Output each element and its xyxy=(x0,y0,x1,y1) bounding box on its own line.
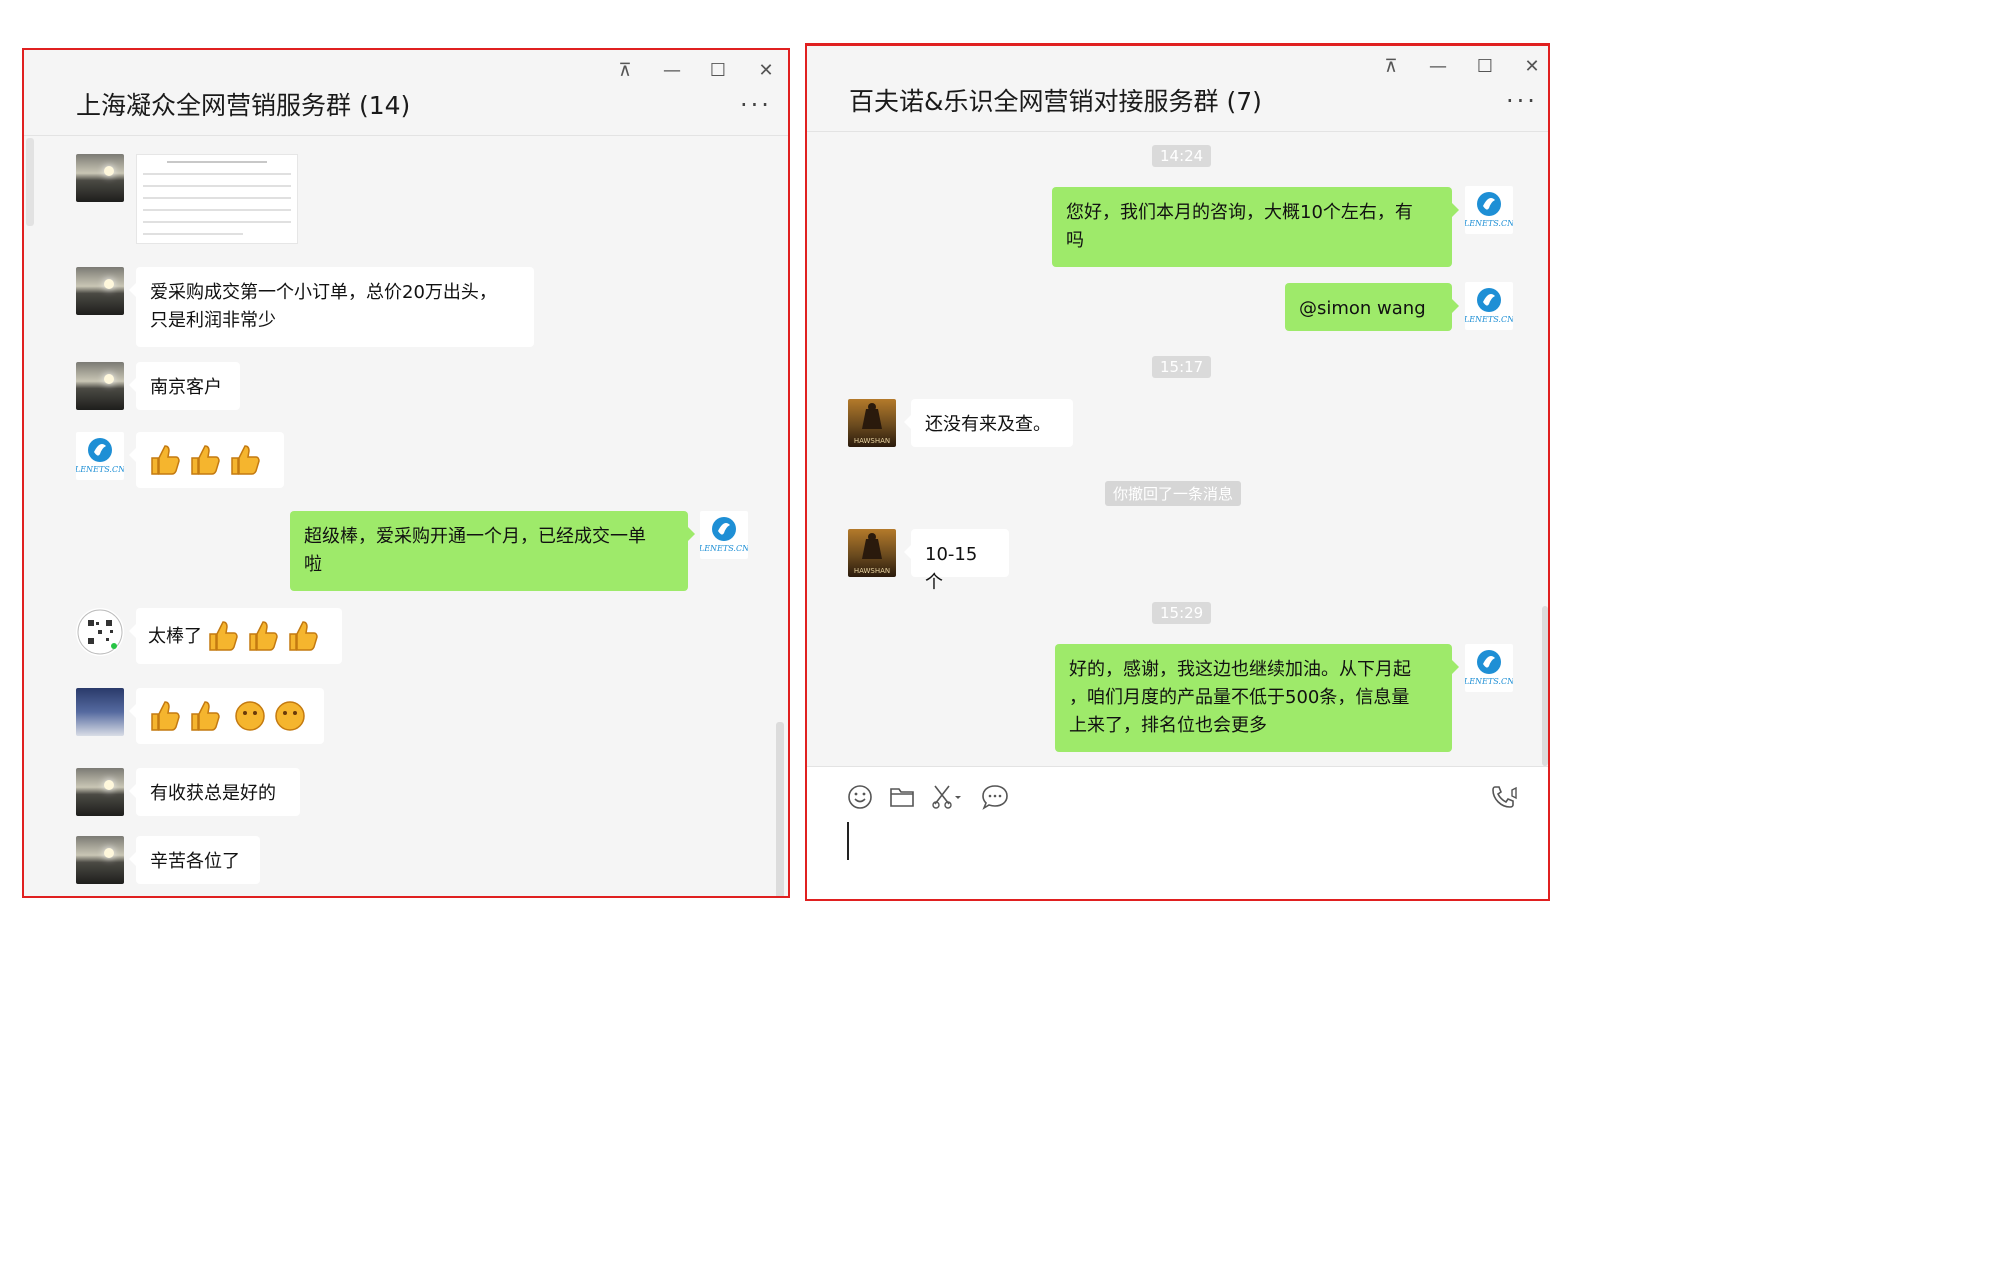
message-bubble[interactable]: 南京客户 xyxy=(129,362,240,410)
lenets-logo-icon: LENETS.CN xyxy=(1465,192,1513,228)
svg-text:LENETS.CN: LENETS.CN xyxy=(76,465,124,474)
movie-poster-avatar: HAWSHAN xyxy=(854,533,890,575)
svg-text:HAWSHAN: HAWSHAN xyxy=(854,567,890,575)
avatar xyxy=(76,768,124,816)
message-bubble[interactable]: 太棒了 xyxy=(129,608,342,664)
svg-text:HAWSHAN: HAWSHAN xyxy=(854,437,890,445)
qr-avatar-icon xyxy=(77,609,123,655)
more-options-button[interactable]: ... xyxy=(1506,80,1538,108)
svg-text:LENETS.CN: LENETS.CN xyxy=(1465,677,1513,686)
avatar: LENETS.CN xyxy=(700,511,748,559)
avatar: HAWSHAN xyxy=(848,529,896,577)
voice-call-icon[interactable] xyxy=(1490,784,1520,810)
message-bubble[interactable]: 有收获总是好的 xyxy=(129,768,300,816)
text-cursor xyxy=(847,822,849,860)
close-button[interactable]: ✕ xyxy=(1521,56,1543,77)
message-bubble[interactable]: 10-15个 xyxy=(904,529,1009,593)
minimize-button[interactable]: — xyxy=(1427,56,1449,77)
avatar: HAWSHAN xyxy=(848,399,896,447)
folder-icon[interactable] xyxy=(889,785,915,809)
message-bubble[interactable]: 爱采购成交第一个小订单，总价20万出头， 只是利润非常少 xyxy=(129,267,534,347)
chat-title: 上海凝众全网营销服务群 (14) xyxy=(76,91,411,120)
avatar xyxy=(76,154,124,202)
input-area[interactable] xyxy=(807,767,1548,899)
close-button[interactable]: ✕ xyxy=(755,60,777,81)
avatar xyxy=(76,267,124,315)
emoji-message[interactable] xyxy=(129,688,324,744)
recall-notice: 你撤回了一条消息 xyxy=(1105,481,1242,506)
chat-window-left: 上海凝众全网营销服务群 (14) ⊼ — ☐ ✕ ... 爱采购成交第一个小订单… xyxy=(22,48,790,898)
own-message-bubble[interactable]: 超级棒，爱采购开通一个月，已经成交一单 啦 xyxy=(290,511,695,591)
own-message-bubble[interactable]: 您好，我们本月的咨询，大概10个左右，有 吗 xyxy=(1052,187,1459,267)
lenets-logo-icon: LENETS.CN xyxy=(1465,650,1513,686)
scrollbar[interactable] xyxy=(776,722,784,896)
lenets-logo-icon: LENETS.CN xyxy=(76,438,124,474)
avatar xyxy=(76,688,124,736)
own-message-bubble[interactable]: 好的，感谢，我这边也继续加油。从下月起 ，咱们月度的产品量不低于500条，信息量… xyxy=(1055,644,1459,752)
minimize-button[interactable]: — xyxy=(661,60,683,81)
chat-title: 百夫诺&乐识全网营销对接服务群 (7) xyxy=(849,87,1262,116)
pin-icon[interactable]: ⊼ xyxy=(1380,56,1402,77)
svg-text:LENETS.CN: LENETS.CN xyxy=(700,544,748,553)
message-bubble[interactable]: 还没有来及查。 xyxy=(904,399,1073,447)
avatar: LENETS.CN xyxy=(76,432,124,480)
title-bar: 上海凝众全网营销服务群 (14) ⊼ — ☐ ✕ ... xyxy=(24,50,788,136)
image-message[interactable] xyxy=(136,154,298,244)
avatar: LENETS.CN xyxy=(1465,186,1513,234)
emoji-message[interactable] xyxy=(129,432,284,488)
screenshot-scissors-icon[interactable] xyxy=(931,784,965,810)
thumbs-up-icon xyxy=(208,621,318,651)
message-text: 太棒了 xyxy=(148,626,202,647)
lenets-logo-icon: LENETS.CN xyxy=(700,517,748,553)
pin-icon[interactable]: ⊼ xyxy=(614,60,636,81)
scrollbar[interactable] xyxy=(1542,606,1548,766)
lenets-logo-icon: LENETS.CN xyxy=(1465,288,1513,324)
timestamp: 14:24 xyxy=(1152,145,1212,167)
message-bubble[interactable]: 辛苦各位了 xyxy=(129,836,260,884)
avatar xyxy=(76,608,124,656)
svg-text:LENETS.CN: LENETS.CN xyxy=(1465,219,1513,228)
maximize-button[interactable]: ☐ xyxy=(707,60,729,81)
emoji-icon[interactable] xyxy=(847,784,873,810)
more-options-button[interactable]: ... xyxy=(740,84,772,112)
avatar xyxy=(76,836,124,884)
timestamp: 15:17 xyxy=(1152,356,1212,378)
emoji-row-icon xyxy=(151,701,305,731)
left-edge-strip xyxy=(26,138,34,226)
chat-window-right: 百夫诺&乐识全网营销对接服务群 (7) ⊼ — ☐ ✕ ... 14:24 您好… xyxy=(805,43,1550,901)
avatar: LENETS.CN xyxy=(1465,644,1513,692)
chat-history-icon[interactable] xyxy=(981,784,1009,810)
avatar xyxy=(76,362,124,410)
thumbs-up-icon xyxy=(151,445,260,475)
own-message-bubble[interactable]: @simon wang xyxy=(1285,283,1459,331)
movie-poster-avatar: HAWSHAN xyxy=(854,403,890,445)
maximize-button[interactable]: ☐ xyxy=(1474,56,1496,77)
timestamp: 15:29 xyxy=(1152,602,1212,624)
svg-text:LENETS.CN: LENETS.CN xyxy=(1465,315,1513,324)
avatar: LENETS.CN xyxy=(1465,282,1513,330)
title-bar: 百夫诺&乐识全网营销对接服务群 (7) ⊼ — ☐ ✕ ... xyxy=(807,46,1548,132)
